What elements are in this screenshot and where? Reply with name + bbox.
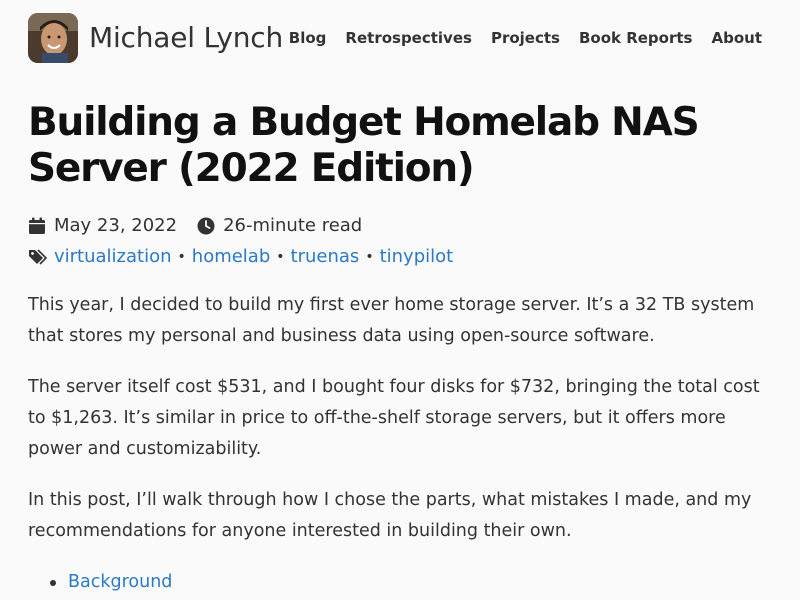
- avatar[interactable]: [28, 13, 78, 63]
- article-body: This year, I decided to build my first e…: [28, 290, 773, 598]
- main-nav: Blog Retrospectives Projects Book Report…: [289, 29, 762, 47]
- tag-separator: •: [365, 248, 374, 265]
- tag-link-homelab[interactable]: homelab: [192, 246, 271, 267]
- nav-link-blog[interactable]: Blog: [289, 29, 327, 47]
- article-date: May 23, 2022: [54, 215, 178, 236]
- site-header: Michael Lynch Blog Retrospectives Projec…: [28, 13, 772, 65]
- nav-link-projects[interactable]: Projects: [491, 29, 560, 47]
- toc-item: Background: [46, 567, 773, 598]
- tag-link-virtualization[interactable]: virtualization: [54, 246, 172, 267]
- nav-link-book-reports[interactable]: Book Reports: [579, 29, 693, 47]
- nav-link-about[interactable]: About: [711, 29, 762, 47]
- paragraph-overview: In this post, I’ll walk through how I ch…: [28, 490, 752, 541]
- table-of-contents: Background: [46, 567, 773, 598]
- nav-link-retrospectives[interactable]: Retrospectives: [345, 29, 472, 47]
- clock-icon: [197, 217, 215, 235]
- tag-link-tinypilot[interactable]: tinypilot: [380, 246, 454, 267]
- article-title: Building a Budget Homelab NAS Server (20…: [28, 100, 700, 191]
- toc-link-background[interactable]: Background: [68, 572, 172, 592]
- paragraph-cost: The server itself cost $531, and I bough…: [28, 377, 760, 459]
- site-title-link[interactable]: Michael Lynch: [89, 21, 283, 54]
- calendar-icon: [28, 217, 46, 235]
- tag-separator: •: [276, 248, 285, 265]
- tag-icon: [28, 248, 48, 266]
- tag-link-truenas[interactable]: truenas: [291, 246, 360, 267]
- meta-date-row: May 23, 2022 26-minute read: [28, 210, 453, 241]
- meta-tags-row: virtualization • homelab • truenas • tin…: [28, 241, 453, 272]
- tag-separator: •: [177, 248, 186, 265]
- article-meta: May 23, 2022 26-minute read virtualizati…: [28, 210, 453, 272]
- read-time: 26-minute read: [223, 215, 363, 236]
- paragraph-intro: This year, I decided to build my first e…: [28, 295, 755, 346]
